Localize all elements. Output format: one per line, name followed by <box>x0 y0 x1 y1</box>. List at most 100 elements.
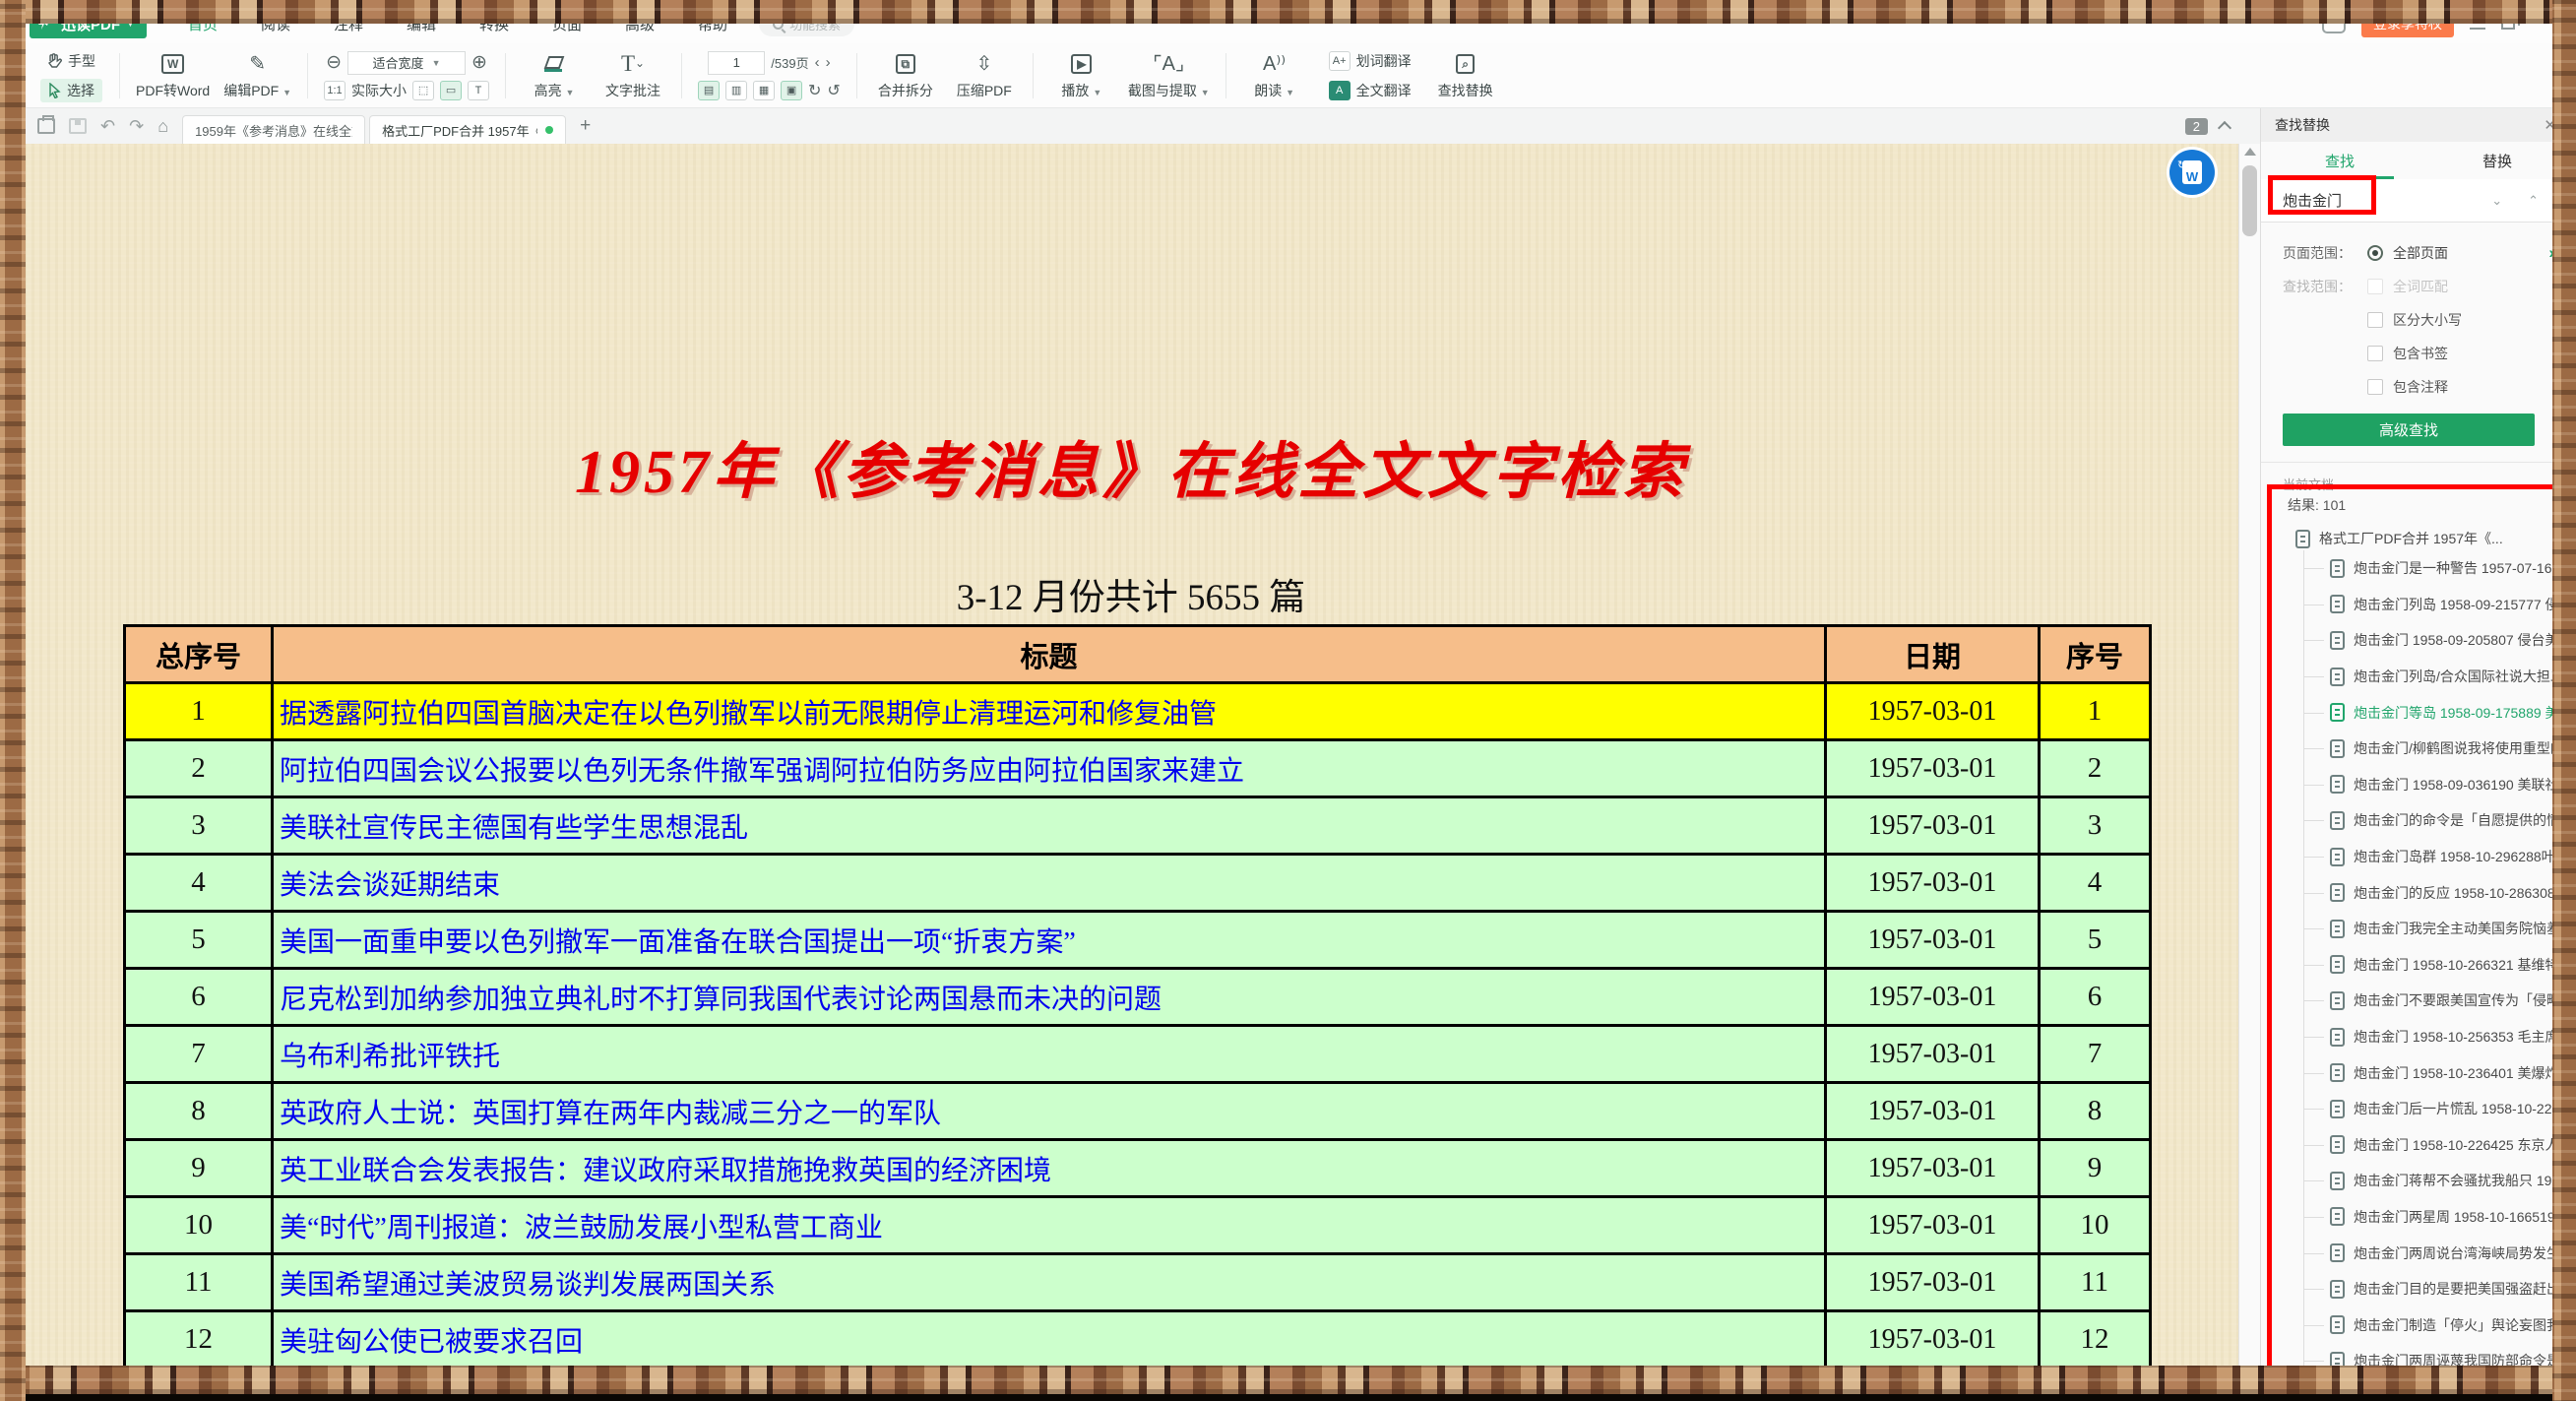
cell-title-link[interactable]: 阿拉伯四国会议公报要以色列无条件撤军强调阿拉伯防务应由阿拉伯国家来建立 <box>273 740 1826 797</box>
two-page-view-icon[interactable]: ▥ <box>725 81 747 100</box>
result-item[interactable]: 炮击金门 1958-10-226425 东京人士 <box>2304 1127 2569 1164</box>
collapse-toolbar-icon[interactable] <box>2218 121 2231 135</box>
menu-item[interactable]: 阅读 <box>239 14 312 34</box>
fit-width-icon[interactable]: ▭ <box>440 81 462 100</box>
pdf-to-word-button[interactable]: W PDF转Word <box>136 51 210 100</box>
result-item[interactable]: 炮击金门岛群 1958-10-296288叶公 <box>2304 839 2569 875</box>
result-item[interactable]: 炮击金门/柳鹤图说我将使用重型的大 <box>2304 731 2569 767</box>
result-item[interactable]: 炮击金门等岛 1958-09-175889 美 <box>2304 694 2569 731</box>
cell-title-link[interactable]: 英工业联合会发表报告：建议政府采取措施挽救英国的经济困境 <box>273 1140 1826 1197</box>
zoom-in-icon[interactable]: ⊕ <box>471 51 487 74</box>
result-item[interactable]: 炮击金门目的是要把美国强盗赶出台 <box>2304 1271 2569 1307</box>
full-translate-button[interactable]: A 全文翻译 <box>1321 79 1419 102</box>
prev-page-icon[interactable]: ‹ <box>815 54 820 71</box>
select-tool-button[interactable]: 选择 <box>40 79 102 102</box>
text-annotation-button[interactable]: T⌄ 文字批注 <box>600 51 665 100</box>
edit-pdf-button[interactable]: ✎ 编辑PDF ▼ <box>223 51 291 100</box>
single-page-view-icon[interactable]: ▤ <box>698 81 720 100</box>
app-logo-button[interactable]: 迅读PDF ▼ <box>30 9 147 38</box>
document-tab-2-active[interactable]: 格式工厂PDF合并 1957年《参... <box>369 115 566 144</box>
fit-text-icon[interactable]: T <box>468 81 489 100</box>
result-item[interactable]: 炮击金门列岛 1958-09-215777 侵台 <box>2304 587 2569 623</box>
result-item[interactable]: 炮击金门 1958-10-256353 毛主席同 <box>2304 1019 2569 1055</box>
zoom-out-icon[interactable]: ⊖ <box>326 51 342 74</box>
result-item[interactable]: 炮击金门制造「停火」舆论妄图我将 <box>2304 1306 2569 1343</box>
cell-title-link[interactable]: 美联社宣传民主德国有些学生思想混乱 <box>273 797 1826 855</box>
include-annotations-checkbox[interactable] <box>2367 379 2383 395</box>
result-item[interactable]: 炮击金门 1958-09-036190 美联社报 <box>2304 767 2569 803</box>
pdf-to-word-floating-button[interactable]: W ↻ <box>2169 150 2215 195</box>
result-item[interactable]: 炮击金门两星周 1958-10-166519 美 <box>2304 1199 2569 1236</box>
find-prev-icon[interactable]: ⌃ <box>2528 193 2539 209</box>
all-pages-radio[interactable] <box>2367 245 2383 261</box>
result-item[interactable]: 炮击金门 1958-10-266321 基维特到 <box>2304 947 2569 984</box>
tab-find[interactable]: 查找 <box>2261 142 2419 179</box>
continuous-view-icon[interactable]: ▣ <box>781 81 802 100</box>
print-icon[interactable] <box>37 118 55 134</box>
match-case-checkbox[interactable] <box>2367 312 2383 328</box>
result-item[interactable]: 炮击金门两周说台湾海峡局势发生了 <box>2304 1235 2569 1271</box>
fit-page-icon[interactable]: ⬚ <box>412 81 434 100</box>
cell-title-link[interactable]: 乌布利希批评铁托 <box>273 1026 1826 1083</box>
document-tab-1[interactable]: 1959年《参考消息》在线全文... <box>182 115 365 144</box>
expand-range-icon[interactable]: › <box>2548 243 2554 263</box>
result-item[interactable]: 炮击金门的命令是「自愿提供的情报 <box>2304 802 2569 839</box>
tab-replace[interactable]: 替换 <box>2419 142 2576 179</box>
include-bookmarks-checkbox[interactable] <box>2367 346 2383 361</box>
cell-title-link[interactable]: 据说在讨论苏加诺方案时各伊斯兰党曾考虑提出一项“中间路线建议” <box>273 1369 1826 1401</box>
save-icon[interactable] <box>69 118 87 134</box>
function-search-box[interactable]: 功能搜索 <box>759 11 854 36</box>
menu-item[interactable]: 帮助 <box>676 14 749 34</box>
home-icon[interactable]: ⌂ <box>157 116 168 137</box>
menu-item[interactable]: 转换 <box>458 14 531 34</box>
minimize-button[interactable] <box>2470 28 2485 30</box>
new-tab-button[interactable]: + <box>570 115 600 137</box>
find-replace-button[interactable]: ⌕ 查找替换 <box>1433 51 1498 100</box>
find-next-icon[interactable]: ⌄ <box>2491 193 2502 209</box>
undo-icon[interactable]: ↶ <box>100 117 115 135</box>
result-item[interactable]: 炮击金门蒋帮不会骚扰我船只 1958- <box>2304 1163 2569 1199</box>
cell-title-link[interactable]: 美“时代”周刊报道：波兰鼓励发展小型私营工商业 <box>273 1197 1826 1254</box>
rotate-right-icon[interactable]: ↻ <box>808 81 821 100</box>
grid-view-icon[interactable]: ▦ <box>753 81 775 100</box>
highlight-button[interactable]: 高亮 ▼ <box>522 51 587 100</box>
cell-title-link[interactable]: 美国希望通过美波贸易谈判发展两国关系 <box>273 1254 1826 1311</box>
results-tree-root[interactable]: 格式工厂PDF合并 1957年《... <box>2295 529 2569 548</box>
panel-close-icon[interactable]: ✕ <box>2544 116 2562 134</box>
page-number-input[interactable]: 1 <box>708 51 765 75</box>
result-item[interactable]: 炮击金门是一种警告 1957-07-16 23 <box>2304 550 2569 587</box>
result-item[interactable]: 炮击金门 1958-09-205807 侵台美军 <box>2304 622 2569 659</box>
document-scrollbar[interactable] <box>2238 144 2260 1401</box>
result-item[interactable]: 炮击金门后一片慌乱 1958-10-2264 <box>2304 1091 2569 1127</box>
result-item[interactable]: 炮击金门两周诬蔑我国防部命令是一 <box>2304 1343 2569 1379</box>
read-aloud-button[interactable]: A⁾⁾ 朗读 ▼ <box>1242 51 1307 100</box>
zoom-level-select[interactable]: 适合宽度▼ <box>347 51 466 75</box>
cell-title-link[interactable]: 英政府人士说：英国打算在两年内裁减三分之一的军队 <box>273 1083 1826 1140</box>
menu-item[interactable]: 编辑 <box>385 14 458 34</box>
result-item[interactable]: 炮击金门列岛/合众国际社说大担二担 <box>2304 659 2569 695</box>
result-item[interactable]: 炮击金门的反应 1958-10-286308 核 <box>2304 874 2569 911</box>
result-item[interactable]: 炮击金门我完全主动美国务院恼羞成 <box>2304 911 2569 947</box>
capture-extract-button[interactable]: ⌜A⌟ 截图与提取 ▼ <box>1128 51 1210 100</box>
restore-button[interactable] <box>2501 18 2515 30</box>
rotate-left-icon[interactable]: ↺ <box>827 81 840 100</box>
scroll-up-icon[interactable] <box>2244 148 2256 156</box>
menu-item[interactable]: 页面 <box>531 14 603 34</box>
actual-size-icon[interactable]: 1:1 <box>324 81 346 100</box>
feedback-chat-icon[interactable] <box>2322 14 2346 33</box>
login-button[interactable]: 登录享特权 <box>2361 11 2454 37</box>
cell-title-link[interactable]: 美法会谈延期结束 <box>273 855 1826 912</box>
result-item[interactable]: 炮击金门 1958-10-236401 美爆炸 <box>2304 1054 2569 1091</box>
result-item[interactable]: 炮击金门不要跟美国宣传为「侵略」 <box>2304 983 2569 1019</box>
compress-pdf-button[interactable]: ⇳ 压缩PDF <box>952 51 1017 100</box>
cell-title-link[interactable]: 据透露阿拉伯四国首脑决定在以色列撤军以前无限期停止清理运河和修复油管 <box>273 683 1826 740</box>
document-page[interactable]: 1957年《参考消息》在线全文文字检索 3-12 月份共计 5655 篇 总序号… <box>24 144 2238 1401</box>
merge-split-button[interactable]: ⧉ 合并拆分 <box>873 51 938 100</box>
menu-item[interactable]: 首页 <box>166 14 239 34</box>
advanced-find-button[interactable]: 高级查找 <box>2283 414 2535 446</box>
menu-item[interactable]: 注释 <box>312 14 385 34</box>
play-button[interactable]: ▶ 播放 ▼ <box>1049 51 1114 100</box>
whole-word-checkbox[interactable] <box>2367 279 2383 294</box>
find-input[interactable]: 炮击金门 ⌄ ⌃ <box>2261 179 2576 223</box>
menu-item[interactable]: 高级 <box>603 14 676 34</box>
